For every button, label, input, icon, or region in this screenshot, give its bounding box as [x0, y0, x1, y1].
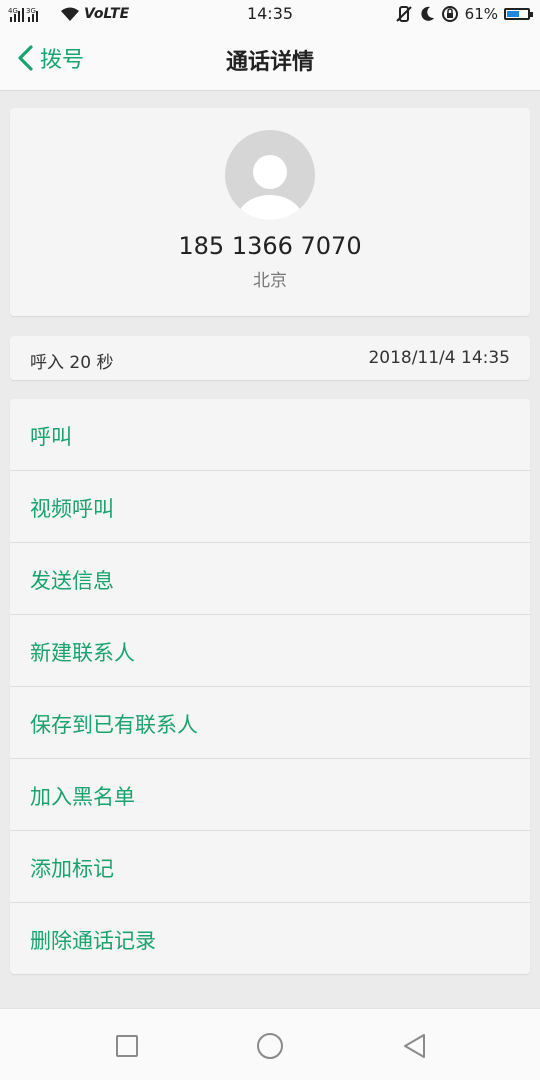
- square-icon[interactable]: [112, 1031, 142, 1061]
- triangle-back-icon[interactable]: [400, 1031, 430, 1061]
- contact-card: 185 1366 7070 北京: [10, 108, 530, 316]
- action-label: 加入黑名单: [30, 785, 135, 809]
- action-label: 保存到已有联系人: [30, 713, 198, 737]
- moon-icon: [421, 6, 434, 21]
- app-bar: 拨号 通话详情: [0, 28, 540, 91]
- action-label: 新建联系人: [30, 641, 135, 665]
- call-details-screen: 4G 3G VoLTE 14:35 61% 拨号 通话详情 185 1366 7…: [0, 0, 540, 1080]
- action-add-blacklist[interactable]: 加入黑名单: [10, 759, 530, 831]
- battery-percent: 61%: [464, 5, 498, 23]
- person-icon: [225, 130, 315, 220]
- action-video-call[interactable]: 视频呼叫: [10, 471, 530, 543]
- rotation-lock-icon: [441, 6, 458, 22]
- action-label: 视频呼叫: [30, 497, 114, 521]
- action-label: 发送信息: [30, 569, 114, 593]
- action-add-tag[interactable]: 添加标记: [10, 831, 530, 903]
- action-label: 删除通话记录: [30, 929, 156, 953]
- battery-fill: [507, 11, 519, 17]
- location: 北京: [253, 271, 287, 291]
- action-send-message[interactable]: 发送信息: [10, 543, 530, 615]
- action-delete-call-log[interactable]: 删除通话记录: [10, 903, 530, 975]
- call-info-card: 呼入 20 秒 2018/11/4 14:35: [10, 336, 530, 380]
- avatar-head: [253, 155, 287, 189]
- status-right: 61%: [395, 4, 533, 24]
- phone-number: 185 1366 7070: [178, 232, 362, 260]
- circle-icon[interactable]: [255, 1031, 285, 1061]
- call-datetime: 2018/11/4 14:35: [368, 348, 510, 368]
- actions-list: 呼叫 视频呼叫 发送信息 新建联系人 保存到已有联系人 加入黑名单 添加标记 删…: [10, 399, 530, 974]
- battery-icon: [504, 8, 533, 20]
- navigation-bar: [0, 1008, 540, 1080]
- call-type-duration: 呼入 20 秒: [30, 353, 114, 373]
- page-title: 通话详情: [225, 50, 314, 75]
- action-save-existing-contact[interactable]: 保存到已有联系人: [10, 687, 530, 759]
- status-bar: 4G 3G VoLTE 14:35 61%: [0, 0, 540, 28]
- action-new-contact[interactable]: 新建联系人: [10, 615, 530, 687]
- vibrate-icon: [395, 6, 412, 22]
- action-label: 添加标记: [30, 857, 114, 881]
- action-call[interactable]: 呼叫: [10, 399, 530, 471]
- avatar-body: [237, 195, 303, 220]
- action-label: 呼叫: [30, 425, 72, 449]
